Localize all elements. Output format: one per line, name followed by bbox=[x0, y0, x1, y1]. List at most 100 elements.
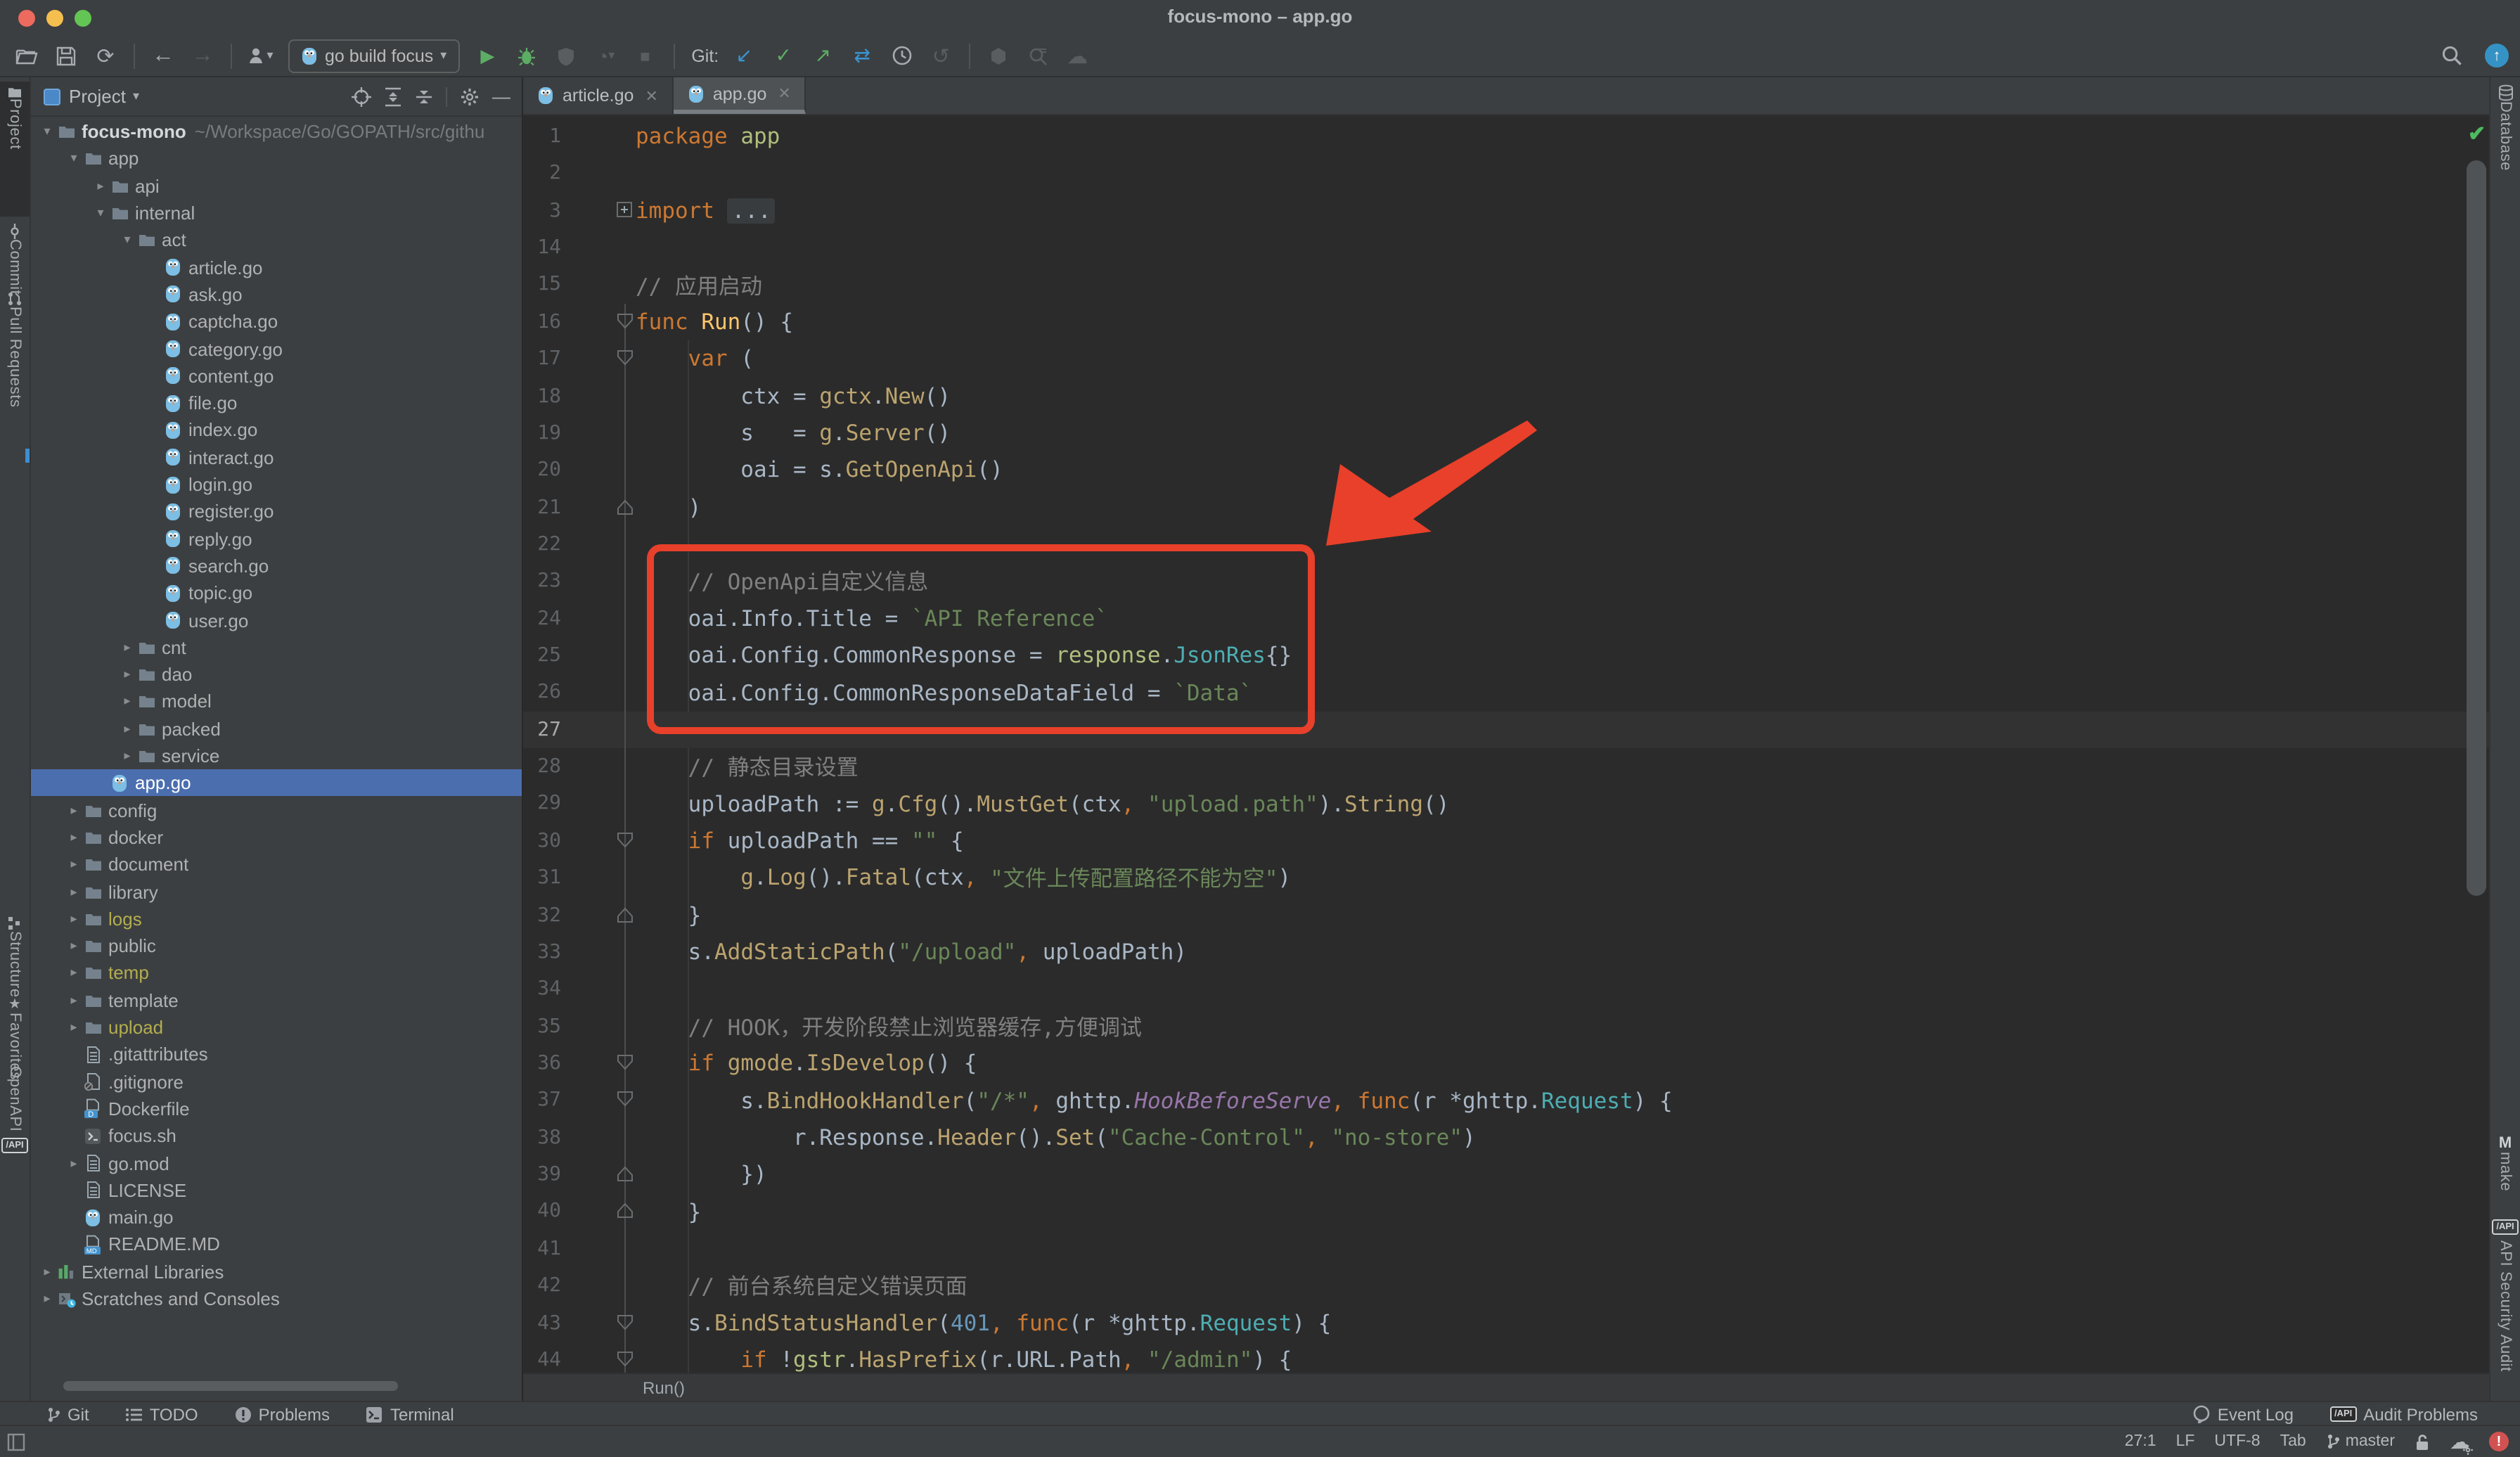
chevron-down-icon[interactable]: ▾ bbox=[39, 124, 55, 139]
tree-item-interact.go[interactable]: interact.go bbox=[31, 444, 523, 471]
code-line-3[interactable]: import ... bbox=[636, 192, 776, 229]
tree-item-public[interactable]: ▸public bbox=[31, 932, 523, 960]
tree-item-logs[interactable]: ▸logs bbox=[31, 905, 523, 932]
line-number[interactable]: 32 bbox=[523, 897, 561, 934]
code-line-1[interactable]: package app bbox=[636, 118, 780, 155]
line-number[interactable]: 3 bbox=[523, 192, 561, 229]
code-line-30[interactable]: if uploadPath == "" { bbox=[636, 823, 964, 860]
code-line-16[interactable]: func Run() { bbox=[636, 304, 793, 341]
user-dropdown-icon[interactable]: ▾ bbox=[245, 40, 276, 71]
inspection-ok-icon[interactable]: ✔ bbox=[2468, 121, 2486, 146]
code-line-24[interactable]: oai.Info.Title = `API Reference` bbox=[636, 600, 1108, 637]
code-line-19[interactable]: s = g.Server() bbox=[636, 415, 951, 452]
tab-article-go[interactable]: article.go✕ bbox=[523, 77, 674, 114]
hide-panel-icon[interactable]: — bbox=[492, 86, 510, 107]
chevron-right-icon[interactable]: ▸ bbox=[39, 1291, 55, 1307]
fold-marker-dn[interactable] bbox=[616, 1350, 634, 1368]
code-line-17[interactable]: var ( bbox=[636, 340, 754, 378]
project-panel-header[interactable]: Project ▾ — bbox=[31, 77, 522, 117]
chevron-down-icon[interactable]: ▾ bbox=[93, 205, 108, 221]
line-number[interactable]: 28 bbox=[523, 748, 561, 785]
code-line-23[interactable]: // OpenApi自定义信息 bbox=[636, 563, 928, 601]
tree-item-category.go[interactable]: category.go bbox=[31, 335, 523, 363]
tree-item-content.go[interactable]: content.go bbox=[31, 362, 523, 390]
code-line-33[interactable]: s.AddStaticPath("/upload", uploadPath) bbox=[636, 934, 1187, 971]
toolwindow-git[interactable]: Git bbox=[46, 1404, 89, 1424]
git-rollback-icon[interactable]: ↺ bbox=[925, 40, 956, 71]
toolwindow-problems[interactable]: Problems bbox=[235, 1404, 330, 1424]
git-merge-icon[interactable]: ⇄ bbox=[847, 40, 878, 71]
code-line-40[interactable]: } bbox=[636, 1193, 701, 1231]
sidebar-item-structure[interactable]: Structure bbox=[0, 916, 30, 998]
fold-marker-dn[interactable] bbox=[616, 349, 634, 367]
code-line-26[interactable]: oai.Config.CommonResponseDataField = `Da… bbox=[636, 674, 1252, 712]
chevron-down-icon[interactable]: ▾ bbox=[120, 233, 135, 248]
back-icon[interactable]: ← bbox=[148, 40, 179, 71]
line-separator[interactable]: LF bbox=[2176, 1433, 2195, 1450]
line-number[interactable]: 36 bbox=[523, 1045, 561, 1082]
fold-marker-up[interactable] bbox=[616, 905, 634, 923]
locate-icon[interactable] bbox=[352, 86, 371, 106]
tree-item-api[interactable]: ▸api bbox=[31, 172, 523, 200]
line-number[interactable]: 16 bbox=[523, 304, 561, 341]
debug-icon[interactable] bbox=[511, 40, 542, 71]
fold-marker-dn[interactable] bbox=[616, 1053, 634, 1072]
sidebar-item-make[interactable]: M make bbox=[2490, 1135, 2520, 1191]
tree-item-search.go[interactable]: search.go bbox=[31, 553, 523, 580]
chevron-right-icon[interactable]: ▸ bbox=[66, 1155, 82, 1171]
line-number[interactable]: 33 bbox=[523, 934, 561, 971]
chevron-right-icon[interactable]: ▸ bbox=[66, 965, 82, 981]
toolwindow-todo[interactable]: TODO bbox=[126, 1404, 198, 1424]
tree-item-captcha.go[interactable]: captcha.go bbox=[31, 308, 523, 335]
tree-item-temp[interactable]: ▸temp bbox=[31, 960, 523, 987]
code-line-35[interactable]: // HOOK，开发阶段禁止浏览器缓存,方便调试 bbox=[636, 1008, 1142, 1045]
code-line-21[interactable]: ) bbox=[636, 489, 701, 526]
tree-item-scratches-and-consoles[interactable]: ▸Scratches and Consoles bbox=[31, 1285, 523, 1313]
code-line-37[interactable]: s.BindHookHandler("/*", ghttp.HookBefore… bbox=[636, 1082, 1673, 1119]
tree-item-packed[interactable]: ▸packed bbox=[31, 715, 523, 743]
chevron-right-icon[interactable]: ▸ bbox=[66, 938, 82, 954]
chevron-right-icon[interactable]: ▸ bbox=[66, 830, 82, 845]
line-number[interactable]: 19 bbox=[523, 415, 561, 452]
code-editor[interactable]: ✔ 1package app23import ...1415// 应用启动16f… bbox=[523, 115, 2489, 1373]
git-push-icon[interactable]: ↗ bbox=[807, 40, 838, 71]
line-number[interactable]: 15 bbox=[523, 267, 561, 304]
line-number[interactable]: 27 bbox=[523, 712, 561, 749]
tree-item-template[interactable]: ▸template bbox=[31, 987, 523, 1014]
tree-item-topic.go[interactable]: topic.go bbox=[31, 579, 523, 607]
code-line-25[interactable]: oai.Config.CommonResponse = response.Jso… bbox=[636, 637, 1292, 674]
line-number[interactable]: 40 bbox=[523, 1193, 561, 1231]
fold-marker-dn[interactable] bbox=[616, 1091, 634, 1109]
tree-item-focus-mono[interactable]: ▾focus-mono~/Workspace/Go/GOPATH/src/git… bbox=[31, 118, 523, 146]
tree-item-internal[interactable]: ▾internal bbox=[31, 200, 523, 227]
search-everywhere-icon[interactable] bbox=[2436, 40, 2467, 71]
tree-item-config[interactable]: ▸config bbox=[31, 797, 523, 824]
expand-all-icon[interactable] bbox=[384, 86, 402, 106]
line-number[interactable]: 42 bbox=[523, 1267, 561, 1304]
run-icon[interactable]: ▶ bbox=[472, 40, 503, 71]
line-number[interactable]: 39 bbox=[523, 1156, 561, 1193]
code-line-39[interactable]: }) bbox=[636, 1156, 767, 1193]
line-number[interactable]: 30 bbox=[523, 823, 561, 860]
shelve-icon[interactable] bbox=[983, 40, 1014, 71]
tree-item-app.go[interactable]: app.go bbox=[31, 769, 523, 797]
toolwindow-terminal[interactable]: Terminal bbox=[366, 1404, 454, 1424]
tree-item-docker[interactable]: ▸docker bbox=[31, 824, 523, 852]
tree-item-cnt[interactable]: ▸cnt bbox=[31, 634, 523, 661]
search-history-icon[interactable] bbox=[1022, 40, 1053, 71]
tree-item-dao[interactable]: ▸dao bbox=[31, 661, 523, 688]
tree-item-focus.sh[interactable]: focus.sh bbox=[31, 1122, 523, 1150]
line-number[interactable]: 34 bbox=[523, 971, 561, 1008]
gear-icon[interactable] bbox=[460, 86, 480, 106]
git-branch-widget[interactable]: master bbox=[2326, 1433, 2395, 1450]
breadcrumb-item[interactable]: Run() bbox=[643, 1378, 685, 1397]
code-line-18[interactable]: ctx = gctx.New() bbox=[636, 378, 951, 415]
sync-icon[interactable]: ⟳ bbox=[90, 40, 121, 71]
tree-item-go.mod[interactable]: ▸go.mod bbox=[31, 1150, 523, 1177]
tree-item-service[interactable]: ▸service bbox=[31, 743, 523, 770]
tree-item-ask.go[interactable]: ask.go bbox=[31, 281, 523, 309]
line-number[interactable]: 23 bbox=[523, 563, 561, 601]
line-number[interactable]: 1 bbox=[523, 118, 561, 155]
code-line-42[interactable]: // 前台系统自定义错误页面 bbox=[636, 1267, 968, 1304]
tree-item-dockerfile[interactable]: DDockerfile bbox=[31, 1096, 523, 1123]
